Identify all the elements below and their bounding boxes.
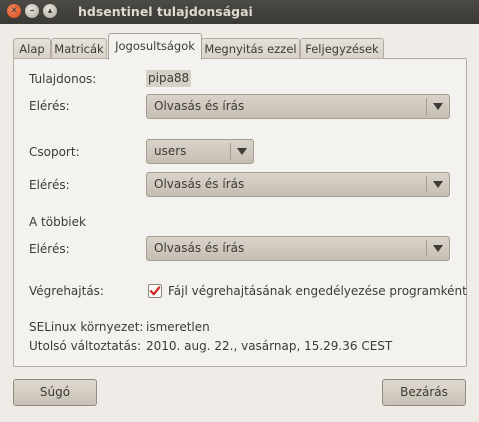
- group-access-label: Elérés:: [29, 178, 70, 192]
- window-title: hdsentinel tulajdonságai: [78, 4, 253, 19]
- combo-separator: [426, 176, 427, 193]
- tab-matricak[interactable]: Matricák: [51, 38, 107, 59]
- window-maximize-button[interactable]: ▴: [43, 4, 57, 18]
- checkmark-icon: [149, 286, 161, 296]
- group-access-value: Olvasás és írás: [154, 177, 245, 191]
- owner-label: Tulajdonos:: [29, 72, 97, 86]
- execute-label: Végrehajtás:: [29, 284, 104, 298]
- group-select[interactable]: users: [146, 139, 254, 164]
- owner-value: pipa88: [146, 70, 192, 87]
- combo-separator: [426, 240, 427, 257]
- properties-dialog: ✕ – ▴ hdsentinel tulajdonságai Alap Matr…: [0, 0, 479, 422]
- chevron-down-icon: [237, 148, 247, 155]
- selinux-label: SELinux környezet:: [29, 320, 144, 334]
- modified-value: 2010. aug. 22., vasárnap, 15.29.36 CEST: [146, 339, 393, 353]
- combo-separator: [426, 98, 427, 115]
- owner-access-select[interactable]: Olvasás és írás: [146, 94, 450, 119]
- group-value: users: [154, 144, 187, 158]
- group-label: Csoport:: [29, 145, 80, 159]
- execute-checkbox[interactable]: [148, 284, 162, 298]
- window-minimize-button[interactable]: –: [25, 4, 39, 18]
- tab-feljegyzesek[interactable]: Feljegyzések: [300, 38, 384, 59]
- tab-megnyitas-ezzel[interactable]: Megnyitás ezzel: [201, 38, 300, 59]
- chevron-down-icon: [433, 181, 443, 188]
- owner-access-label: Elérés:: [29, 99, 70, 113]
- modified-label: Utolsó változtatás:: [29, 339, 142, 353]
- others-access-value: Olvasás és írás: [154, 241, 245, 255]
- combo-separator: [230, 143, 231, 160]
- others-label: A többiek: [29, 215, 86, 229]
- title-bar: ✕ – ▴ hdsentinel tulajdonságai: [0, 0, 479, 24]
- tab-jogosultsagok[interactable]: Jogosultságok: [108, 33, 202, 60]
- chevron-down-icon: [433, 245, 443, 252]
- tab-alap[interactable]: Alap: [13, 38, 51, 59]
- group-access-select[interactable]: Olvasás és írás: [146, 172, 450, 197]
- close-button[interactable]: Bezárás: [382, 379, 466, 406]
- window-close-button[interactable]: ✕: [7, 4, 21, 18]
- others-access-label: Elérés:: [29, 242, 70, 256]
- owner-access-value: Olvasás és írás: [154, 99, 245, 113]
- others-access-select[interactable]: Olvasás és írás: [146, 236, 450, 261]
- selinux-value: ismeretlen: [146, 320, 210, 334]
- chevron-down-icon: [433, 103, 443, 110]
- execute-checkbox-label[interactable]: Fájl végrehajtásának engedélyezése progr…: [168, 284, 467, 298]
- help-button[interactable]: Súgó: [13, 379, 97, 406]
